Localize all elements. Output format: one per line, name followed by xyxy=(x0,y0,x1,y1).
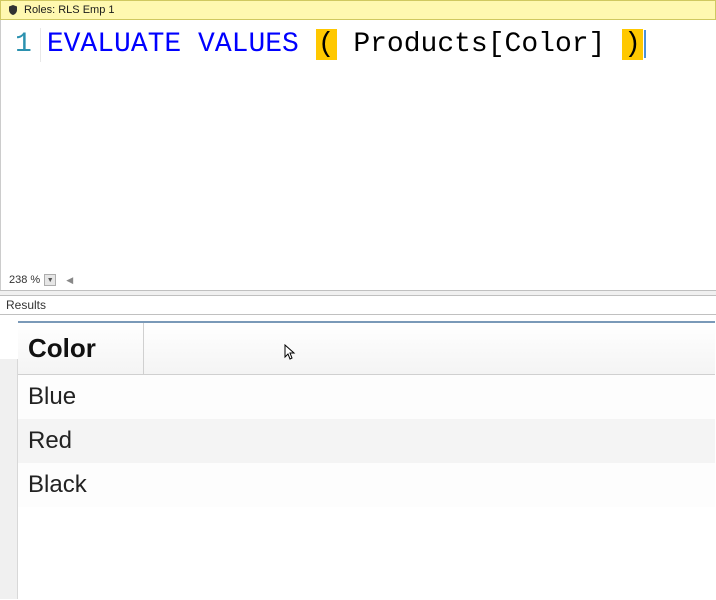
paren-open: ( xyxy=(316,29,337,60)
cursor-icon xyxy=(283,344,299,360)
column-header-color[interactable]: Color xyxy=(18,322,143,375)
results-pane: Color Blue Red Black xyxy=(0,315,716,507)
results-table[interactable]: Color Blue Red Black xyxy=(18,321,715,507)
table-row[interactable]: Blue xyxy=(18,375,715,420)
table-row[interactable]: Red xyxy=(18,419,715,463)
row-selector-gutter xyxy=(0,359,18,599)
paren-close: ) xyxy=(622,29,643,60)
shield-icon xyxy=(7,4,19,16)
scroll-left-arrow[interactable]: ◀ xyxy=(66,275,73,286)
cell-value[interactable]: Black xyxy=(18,463,143,507)
zoom-dropdown[interactable]: ▼ xyxy=(44,274,56,286)
cell-value[interactable]: Blue xyxy=(18,375,143,420)
table-row[interactable]: Black xyxy=(18,463,715,507)
column-header-empty xyxy=(143,322,715,375)
code-editor[interactable]: 1 EVALUATE VALUES ( Products[Color] ) 23… xyxy=(0,20,716,290)
line-number: 1 xyxy=(1,28,41,62)
roles-banner-text: Roles: RLS Emp 1 xyxy=(24,4,114,16)
keyword-values: VALUES xyxy=(198,29,299,60)
results-tab[interactable]: Results xyxy=(0,296,716,315)
cell-value[interactable]: Red xyxy=(18,419,143,463)
editor-status-bar: 238 % ▼ ◀ xyxy=(9,274,73,286)
keyword-evaluate: EVALUATE xyxy=(47,29,181,60)
zoom-level: 238 % xyxy=(9,274,40,286)
code-line[interactable]: EVALUATE VALUES ( Products[Color] ) xyxy=(41,28,646,62)
identifier: Products[Color] xyxy=(353,29,605,60)
text-cursor xyxy=(644,30,646,58)
roles-banner: Roles: RLS Emp 1 xyxy=(0,0,716,20)
